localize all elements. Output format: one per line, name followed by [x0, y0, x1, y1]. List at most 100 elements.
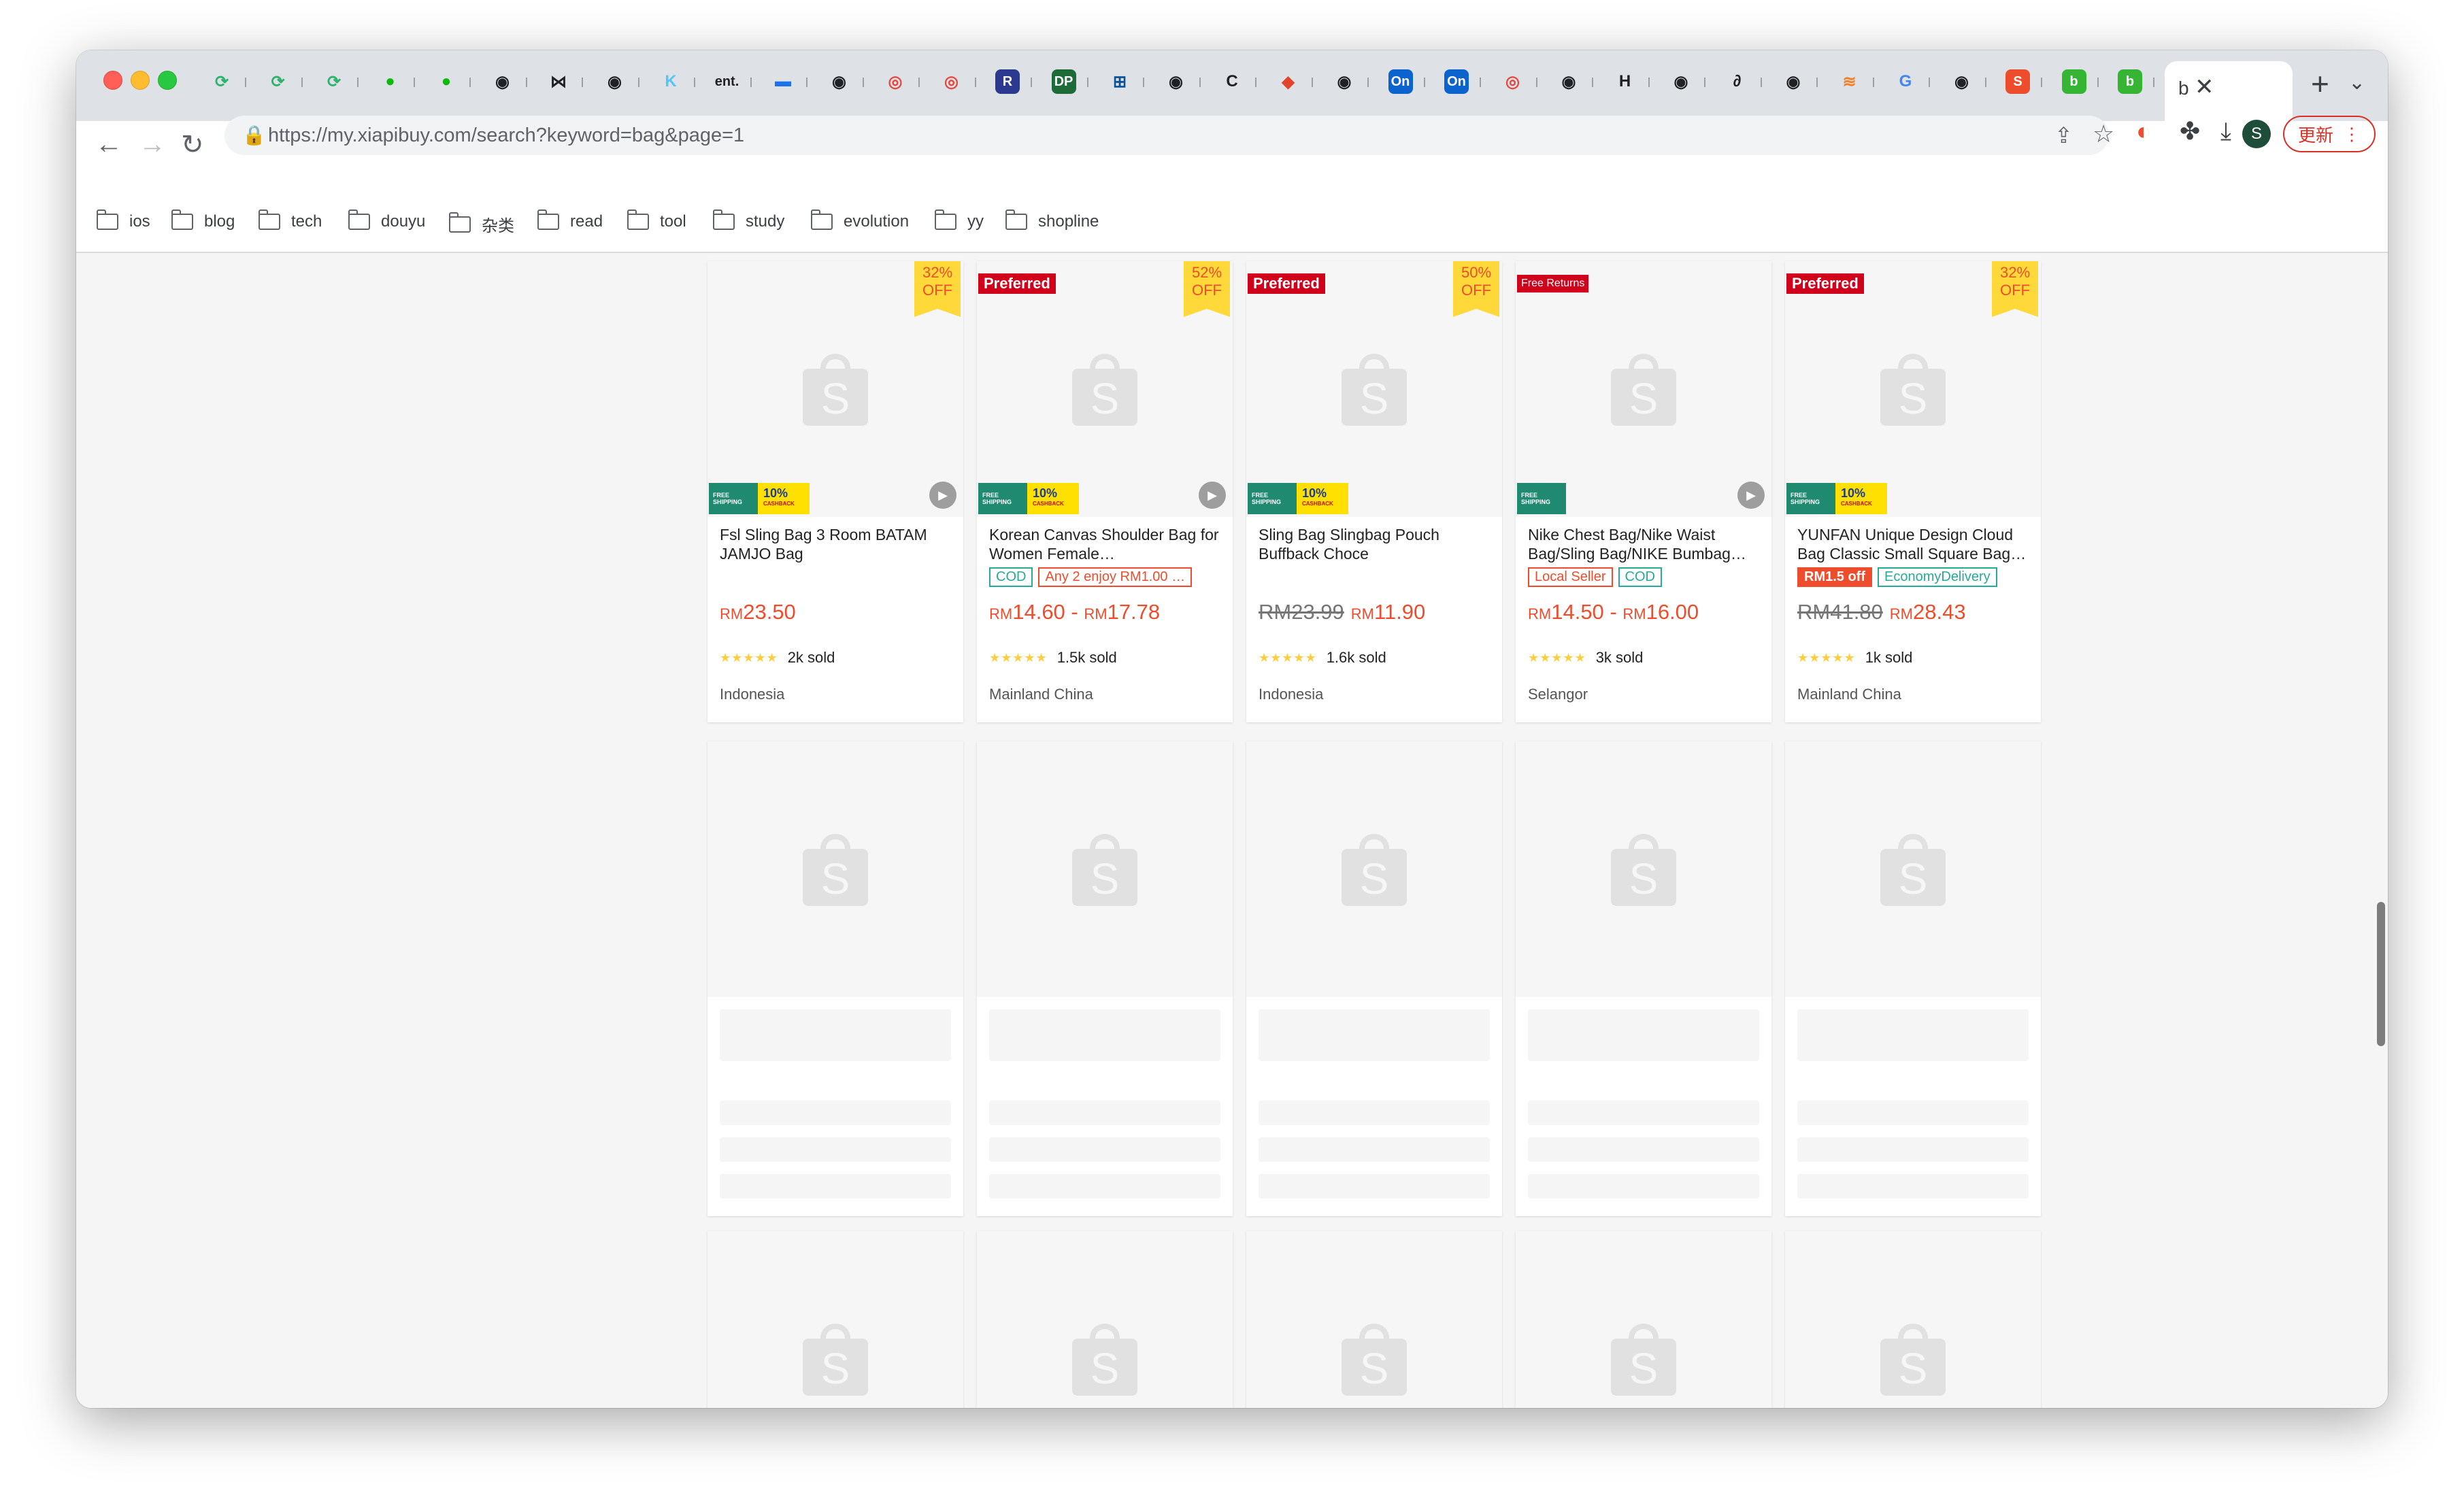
- bookmark-folder-5[interactable]: read: [537, 209, 603, 231]
- loading-placeholder-bar: [720, 1137, 951, 1162]
- tab-favicon-icon[interactable]: S: [2005, 69, 2030, 94]
- bookmark-folder-1[interactable]: blog: [171, 209, 235, 231]
- video-play-icon[interactable]: ▶: [1199, 482, 1226, 509]
- tab-favicon-icon[interactable]: ◉: [1164, 69, 1188, 94]
- shopee-bag-placeholder-icon: S: [1069, 828, 1140, 907]
- tab-favicon-icon[interactable]: ◎: [883, 69, 908, 94]
- tab-favicon-icon[interactable]: ◉: [1669, 69, 1693, 94]
- loading-placeholder-bar: [1528, 1174, 1759, 1198]
- tab-favicon-icon[interactable]: H: [1613, 69, 1637, 94]
- tab-search-chevron-icon[interactable]: ⌄: [2348, 71, 2365, 95]
- loading-image: S: [977, 1231, 1233, 1408]
- product-title[interactable]: Sling Bag Slingbag Pouch Buffback Choce: [1259, 525, 1490, 565]
- product-image[interactable]: S: [1516, 261, 1771, 517]
- tab-favicon-icon[interactable]: On: [1388, 69, 1413, 94]
- url-host: https://my.xiapibuy.com: [268, 124, 471, 146]
- tab-favicon-icon[interactable]: ◉: [603, 69, 627, 94]
- profile-avatar[interactable]: S: [2242, 120, 2271, 148]
- tab-favicon-icon[interactable]: R: [995, 69, 1020, 94]
- tab-favicon-icon[interactable]: ◎: [1501, 69, 1525, 94]
- tab-favicon-icon[interactable]: ◉: [827, 69, 852, 94]
- tab-favicon-icon[interactable]: C: [1220, 69, 1244, 94]
- video-play-icon[interactable]: ▶: [929, 482, 956, 509]
- bookmark-folder-9[interactable]: yy: [935, 209, 984, 231]
- product-title[interactable]: Korean Canvas Shoulder Bag for Women Fem…: [989, 525, 1220, 565]
- tab-separator: [1929, 78, 1930, 87]
- tab-favicon-icon[interactable]: DP: [1051, 69, 1076, 94]
- bookmark-star-icon[interactable]: ☆: [2093, 120, 2114, 148]
- cashback-badge: 10% CASHBACK: [1835, 483, 1887, 514]
- bookmark-folder-6[interactable]: tool: [627, 209, 686, 231]
- tab-favicon-icon[interactable]: ⟳: [210, 69, 234, 94]
- price-value: 28.43: [1913, 600, 1966, 624]
- tab-favicon-icon[interactable]: ⟳: [322, 69, 346, 94]
- forward-arrow-icon[interactable]: →: [139, 129, 166, 160]
- product-card[interactable]: S 50% OFF Preferred FREE SHIPPING 10% CASHBACK S…: [1246, 261, 1502, 722]
- minimize-window-button[interactable]: [131, 71, 150, 90]
- tab-favicon-icon[interactable]: b: [2118, 69, 2142, 94]
- tab-active[interactable]: b ✕: [2165, 61, 2293, 121]
- tab-favicon-icon[interactable]: ◉: [490, 69, 515, 94]
- tab-favicon-icon[interactable]: ◉: [1556, 69, 1581, 94]
- tab-favicon-icon[interactable]: b: [2061, 69, 2086, 94]
- close-tab-icon[interactable]: ✕: [2195, 73, 2214, 101]
- zoom-window-button[interactable]: [158, 71, 177, 90]
- discount-badge: 32% OFF: [1992, 261, 2038, 317]
- tab-favicon-icon[interactable]: ◆: [1276, 69, 1301, 94]
- back-arrow-icon[interactable]: ←: [95, 129, 122, 160]
- tab-favicon-icon[interactable]: ◉: [1332, 69, 1356, 94]
- bookmark-folder-0[interactable]: ios: [97, 209, 150, 231]
- tab-favicon-icon[interactable]: ⋈: [546, 69, 571, 94]
- product-title[interactable]: Nike Chest Bag/Nike Waist Bag/Sling Bag/…: [1528, 525, 1759, 565]
- bookmark-folder-2[interactable]: tech: [259, 209, 322, 231]
- bookmark-folder-10[interactable]: shopline: [1005, 209, 1099, 231]
- product-labels: RM1.5 off EconomyDelivery: [1797, 567, 1997, 587]
- tab-favicon-icon[interactable]: ◎: [939, 69, 964, 94]
- tab-favicon-icon[interactable]: ⊞: [1108, 69, 1132, 94]
- product-title[interactable]: YUNFAN Unique Design Cloud Bag Classic S…: [1797, 525, 2029, 565]
- product-card[interactable]: S 52% OFF Preferred FREE SHIPPING 10% CASHBACK ▶…: [977, 261, 1233, 722]
- product-card[interactable]: S Free Returns FREE SHIPPING ▶ Nike Chest Bag…: [1516, 261, 1771, 722]
- bookmark-folder-7[interactable]: study: [713, 209, 784, 231]
- share-icon[interactable]: ⇪: [2054, 122, 2073, 148]
- tab-favicon-icon[interactable]: ◉: [1950, 69, 1974, 94]
- tab-favicon-icon[interactable]: G: [1893, 69, 1918, 94]
- new-tab-button[interactable]: +: [2311, 65, 2329, 102]
- tab-favicon-icon[interactable]: ◉: [1781, 69, 1805, 94]
- discount-badge: 32% OFF: [914, 261, 961, 317]
- tab-separator: [1648, 78, 1650, 87]
- shopee-bag-placeholder-icon: S: [800, 828, 871, 907]
- reload-icon[interactable]: ↻: [181, 129, 204, 161]
- tab-favicon-icon[interactable]: ▬: [771, 69, 795, 94]
- cashback-badge: 10% CASHBACK: [1027, 483, 1079, 514]
- tab-favicon-icon[interactable]: ∂: [1725, 69, 1750, 94]
- tab-favicon-icon[interactable]: ●: [378, 69, 403, 94]
- address-bar[interactable]: 🔒 https://my.xiapibuy.com/search?keyword…: [224, 116, 2114, 155]
- product-card[interactable]: S 32% OFF Preferred FREE SHIPPING 10% CASHBACK Y…: [1785, 261, 2041, 722]
- loading-placeholder-bar: [720, 1009, 951, 1061]
- product-title[interactable]: Fsl Sling Bag 3 Room BATAM JAMJO Bag: [720, 525, 951, 565]
- tab-favicon-icon[interactable]: ⟳: [266, 69, 290, 94]
- tab-favicon-icon[interactable]: ●: [434, 69, 459, 94]
- extension-red-icon[interactable]: ◐: [2136, 117, 2151, 146]
- svg-text:S: S: [1629, 374, 1659, 423]
- video-play-icon[interactable]: ▶: [1737, 482, 1765, 509]
- tab-favicon-icon[interactable]: K: [659, 69, 683, 94]
- update-button[interactable]: 更新 ⋮: [2283, 116, 2376, 152]
- url-text[interactable]: https://my.xiapibuy.com/search?keyword=b…: [268, 124, 744, 147]
- rating-stars-icon: ★★★★★: [1528, 650, 1586, 665]
- tab-favicon-icon[interactable]: On: [1444, 69, 1469, 94]
- bookmark-folder-4[interactable]: 杂类: [449, 212, 514, 236]
- product-card[interactable]: S 32% OFF FREE SHIPPING 10% CASHBACK ▶ Fsl Sling…: [707, 261, 963, 722]
- bookmark-folder-8[interactable]: evolution: [811, 209, 909, 231]
- lock-icon: 🔒: [242, 124, 266, 146]
- tab-favicon-icon[interactable]: ent.: [715, 69, 739, 94]
- tab-favicon-icon[interactable]: ≋: [1837, 69, 1862, 94]
- download-icon[interactable]: ⤓: [2220, 117, 2231, 146]
- bookmark-label: ios: [129, 212, 150, 231]
- close-window-button[interactable]: [103, 71, 122, 90]
- loading-product-card: S: [1246, 741, 1502, 1216]
- extensions-puzzle-icon[interactable]: ✤: [2180, 117, 2200, 146]
- scrollbar-thumb[interactable]: [2377, 902, 2385, 1046]
- bookmark-folder-3[interactable]: douyu: [348, 209, 425, 231]
